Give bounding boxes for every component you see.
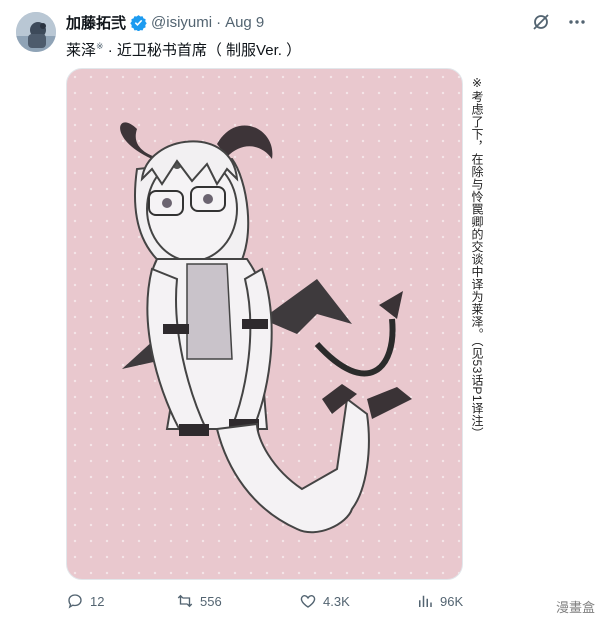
tweet-text-main: 莱泽 [66, 42, 97, 59]
tweet-text-mark: ※ [96, 41, 104, 51]
tweet-text: 莱泽※ · 近卫秘书首席（ 制服Ver. ） [66, 36, 301, 61]
header-actions [531, 12, 587, 32]
views-button[interactable]: 96K [416, 590, 463, 612]
grok-icon[interactable] [531, 12, 551, 32]
author-handle[interactable]: @isiyumi [151, 14, 212, 31]
repost-icon [177, 594, 193, 608]
repost-button[interactable]: 556 [176, 590, 222, 612]
views-icon [419, 595, 432, 607]
avatar[interactable] [16, 12, 56, 52]
tweet-text-rest: · 近卫秘书首席（ 制服Ver. ） [103, 42, 302, 59]
tweet-image[interactable] [66, 68, 463, 580]
reply-icon [68, 594, 82, 609]
like-count: 4.3K [323, 593, 350, 609]
tweet-date[interactable]: Aug 9 [225, 14, 264, 31]
more-icon[interactable] [567, 12, 587, 32]
illustration [120, 122, 412, 534]
repost-count: 556 [200, 593, 222, 609]
tweet-actions: 12 556 4.3K 96K [66, 590, 586, 612]
like-button[interactable]: 4.3K [299, 590, 350, 612]
translator-note: ※考虑了下，在除与怜罠卿的交谈中译为莱泽。（见53话P1译注） [470, 76, 484, 440]
tweet-header: 加藤拓弐 @isiyumi · Aug 9 [66, 12, 264, 32]
view-count: 96K [440, 593, 464, 609]
reply-count: 12 [90, 593, 105, 609]
reply-button[interactable]: 12 [66, 590, 104, 612]
header-separator: · [216, 13, 222, 31]
watermark: 漫畫盒 [555, 601, 595, 616]
heart-icon [300, 595, 316, 608]
author-name[interactable]: 加藤拓弐 [66, 12, 126, 33]
verified-badge-icon [130, 14, 147, 31]
avatar-image [16, 12, 56, 52]
